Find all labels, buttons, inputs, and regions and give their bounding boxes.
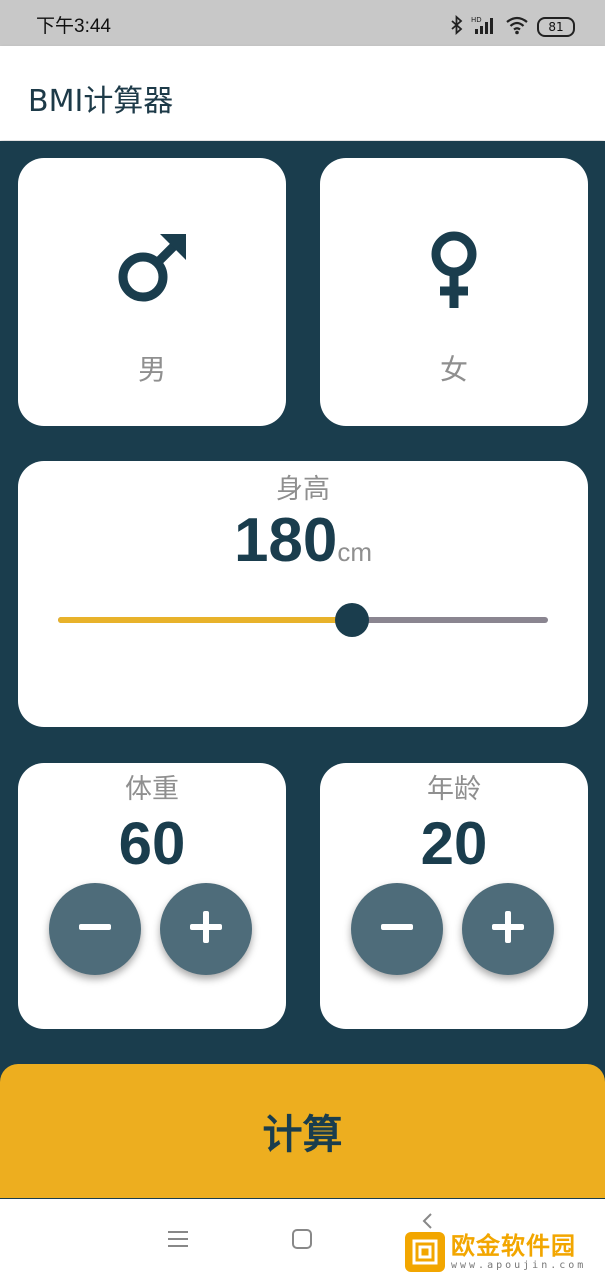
- height-value: 180: [233, 506, 338, 575]
- app-title: BMI计算器: [28, 84, 174, 119]
- height-card: 身高 180cm: [18, 461, 588, 727]
- home-square-icon[interactable]: [288, 1225, 316, 1253]
- height-slider-fill: [58, 617, 352, 623]
- age-plus-button[interactable]: [462, 883, 554, 975]
- wifi-icon: [505, 15, 529, 40]
- female-symbol-icon: [320, 228, 588, 308]
- calculate-button[interactable]: 计算: [0, 1064, 605, 1198]
- weight-minus-button[interactable]: [49, 883, 141, 975]
- female-card[interactable]: 女: [320, 158, 588, 426]
- status-bar: 下午3:44 HD 81: [0, 0, 605, 46]
- height-slider[interactable]: [58, 603, 548, 637]
- height-label: 身高: [276, 474, 330, 505]
- height-unit: cm: [337, 537, 373, 567]
- calculate-button-label: 计算: [262, 1112, 343, 1158]
- main-content: 男 女 身高 180cm 体重 60 年龄 20 计算: [0, 141, 605, 1199]
- minus-icon: [77, 909, 113, 949]
- app-bar: BMI计算器: [0, 46, 605, 140]
- watermark: 欧金软件园 www.apoujin.com: [405, 1228, 601, 1276]
- bluetooth-icon: [451, 14, 463, 40]
- weight-value: 60: [118, 810, 186, 877]
- height-slider-thumb[interactable]: [335, 603, 369, 637]
- watermark-sub: www.apoujin.com: [451, 1260, 587, 1271]
- age-label: 年龄: [427, 774, 481, 805]
- age-card: 年龄 20: [320, 763, 588, 1029]
- weight-label: 体重: [125, 774, 179, 805]
- age-minus-button[interactable]: [351, 883, 443, 975]
- age-value: 20: [420, 810, 488, 877]
- svg-text:HD: HD: [471, 16, 482, 24]
- watermark-text: 欧金软件园 www.apoujin.com: [451, 1232, 586, 1272]
- plus-icon: [188, 909, 224, 949]
- male-card[interactable]: 男: [18, 158, 286, 426]
- weight-card: 体重 60: [18, 763, 286, 1029]
- status-time: 下午3:44: [36, 16, 111, 37]
- watermark-main: 欧金软件园: [451, 1232, 576, 1260]
- status-icons: HD 81: [451, 14, 575, 40]
- hd-signal-icon: HD: [471, 15, 497, 40]
- weight-plus-button[interactable]: [160, 883, 252, 975]
- watermark-logo-icon: [405, 1232, 445, 1272]
- battery-icon: 81: [537, 17, 575, 37]
- menu-icon[interactable]: [164, 1225, 192, 1253]
- female-label: 女: [439, 353, 468, 386]
- male-label: 男: [137, 353, 166, 386]
- height-value-row: 180cm: [18, 505, 588, 576]
- minus-icon: [379, 909, 415, 949]
- plus-icon: [490, 909, 526, 949]
- male-symbol-icon: [18, 228, 286, 308]
